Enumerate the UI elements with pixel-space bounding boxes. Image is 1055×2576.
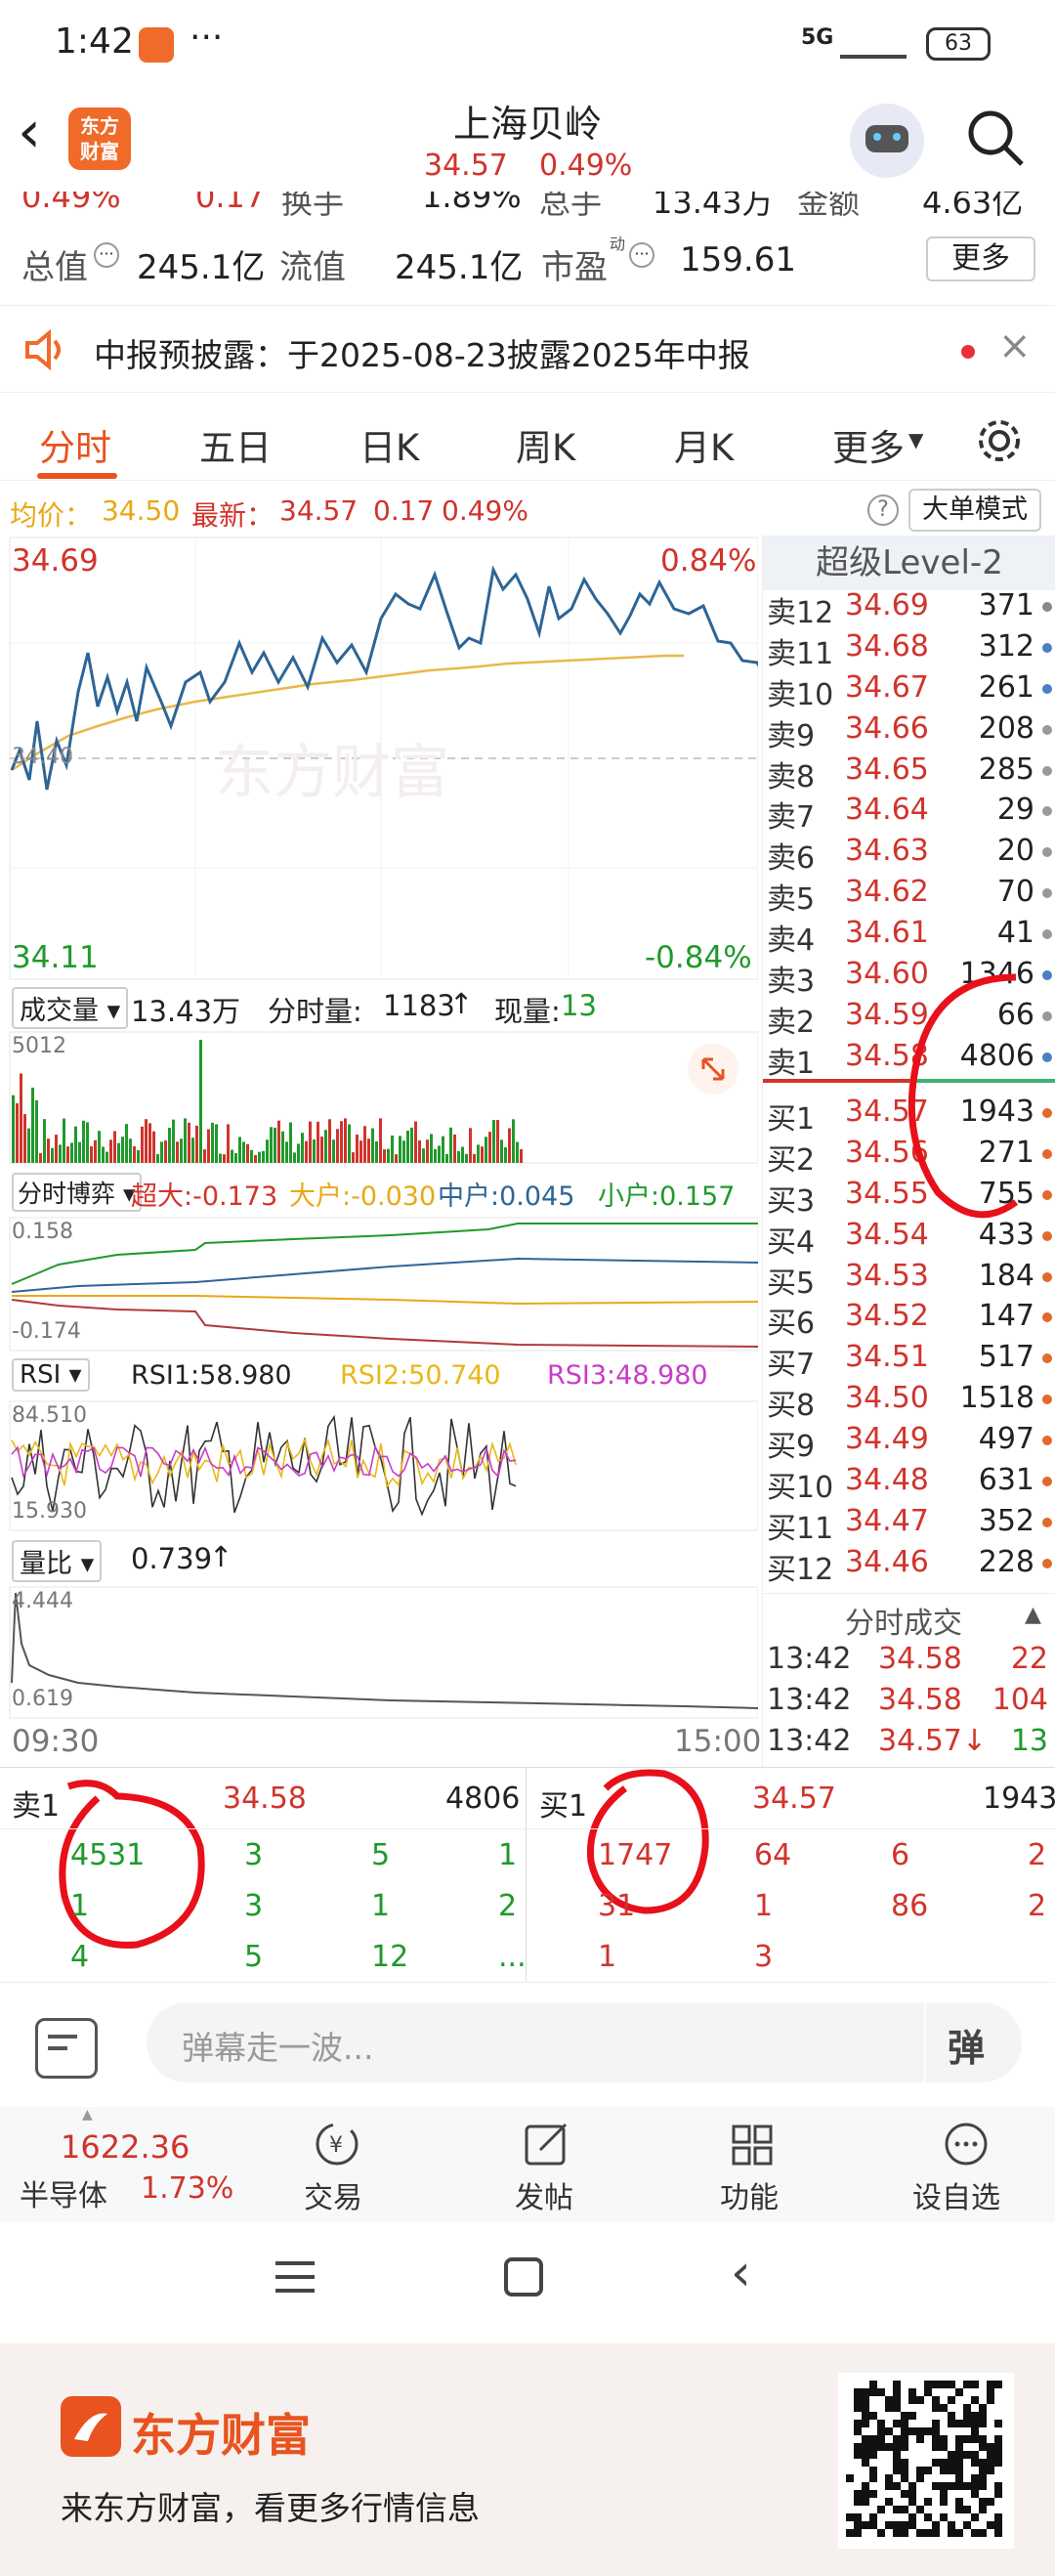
comment-bar: 弹幕走一波... 弹 [0, 1982, 1055, 2107]
hand-drawn-annotations [59, 973, 1019, 1949]
queue-cell: 5 [244, 1940, 264, 1974]
watchlist-label: 设自选 [912, 2181, 1000, 2215]
queue-cell: 3 [244, 1889, 264, 1923]
queue-sell-total: 4806 [445, 1782, 521, 1816]
post-label: 发帖 [515, 2181, 573, 2215]
queue-cell: 2 [1028, 1838, 1047, 1872]
back-nav-icon[interactable]: ‹ [731, 2244, 751, 2302]
promo-footer: 东方财富 来东方财富，看更多行情信息 [0, 2343, 1055, 2576]
queue-cell: ... [498, 1940, 527, 1974]
danmu-input[interactable]: 弹幕走一波... [147, 2002, 924, 2082]
trade-tab[interactable]: ¥ 交易 [293, 2121, 381, 2216]
index-value[interactable]: 1622.36 [61, 2128, 190, 2166]
queue-cell: 1 [70, 1889, 90, 1923]
danmu-toggle-button[interactable]: 弹 [924, 2002, 1022, 2082]
brand-slogan: 来东方财富，看更多行情信息 [61, 2489, 480, 2527]
queue-cell: 12 [371, 1940, 409, 1974]
queue-cell: 64 [754, 1838, 792, 1872]
queue-cell: 3 [244, 1838, 264, 1872]
qr-code [838, 2373, 1014, 2549]
queue-cell: 1 [598, 1940, 617, 1974]
queue-cell: 4531 [70, 1838, 146, 1872]
queue-sell-label: 卖1 [12, 1789, 61, 1824]
index-name[interactable]: 半导体 [20, 2171, 107, 2214]
queue-cell: 2 [1028, 1889, 1047, 1923]
post-tab[interactable]: 发帖 [504, 2121, 592, 2216]
queue-cell: 1 [371, 1889, 391, 1923]
index-pct[interactable]: 1.73% [141, 2171, 233, 2206]
expand-arrow-icon[interactable]: ▲ [82, 2107, 93, 2123]
system-nav: ‹ [0, 2222, 1055, 2343]
queue-buy-label: 买1 [539, 1789, 588, 1824]
danmu-placeholder: 弹幕走一波... [182, 2029, 374, 2067]
queue-cell: 5 [371, 1838, 391, 1872]
bottom-nav: ▲ 1622.36 半导体 1.73% ¥ 交易 发帖 功能 设自选 [0, 2107, 1055, 2222]
menu-icon[interactable] [275, 2261, 315, 2293]
edit-icon [525, 2123, 568, 2166]
svg-text:¥: ¥ [329, 2133, 343, 2158]
danmu-icon: 弹 [948, 2027, 986, 2070]
more-circle-icon [945, 2123, 988, 2166]
watchlist-tab[interactable]: 设自选 [903, 2121, 1010, 2216]
queue-cell: 1 [498, 1838, 518, 1872]
queue-buy-price: 34.57 [752, 1782, 836, 1816]
trade-label: 交易 [304, 2181, 362, 2215]
brand-name: 东方财富 [131, 2409, 311, 2462]
queue-cell: 3 [754, 1940, 774, 1974]
queue-cell: 31 [598, 1889, 636, 1923]
trade-icon: ¥ [316, 2123, 359, 2166]
brand-logo-icon [61, 2396, 121, 2457]
comment-settings-icon[interactable] [35, 2018, 98, 2079]
function-label: 功能 [720, 2181, 779, 2215]
home-icon[interactable] [504, 2257, 543, 2297]
queue-cell: 86 [891, 1889, 929, 1923]
queue-buy-total: 1943 [983, 1782, 1055, 1816]
queue-cell: 6 [891, 1838, 910, 1872]
queue-cell: 1747 [598, 1838, 673, 1872]
queue-cell: 1 [754, 1889, 774, 1923]
queue-cell: 2 [498, 1889, 518, 1923]
queue-cell: 4 [70, 1940, 90, 1974]
grid-icon [732, 2125, 773, 2166]
queue-sell-price: 34.58 [223, 1782, 307, 1816]
function-tab[interactable]: 功能 [709, 2121, 797, 2216]
queue-section: 卖1 34.58 4806 买1 34.57 1943 4531 3 5 1 1 3 1 2 4… [0, 1767, 1055, 1983]
